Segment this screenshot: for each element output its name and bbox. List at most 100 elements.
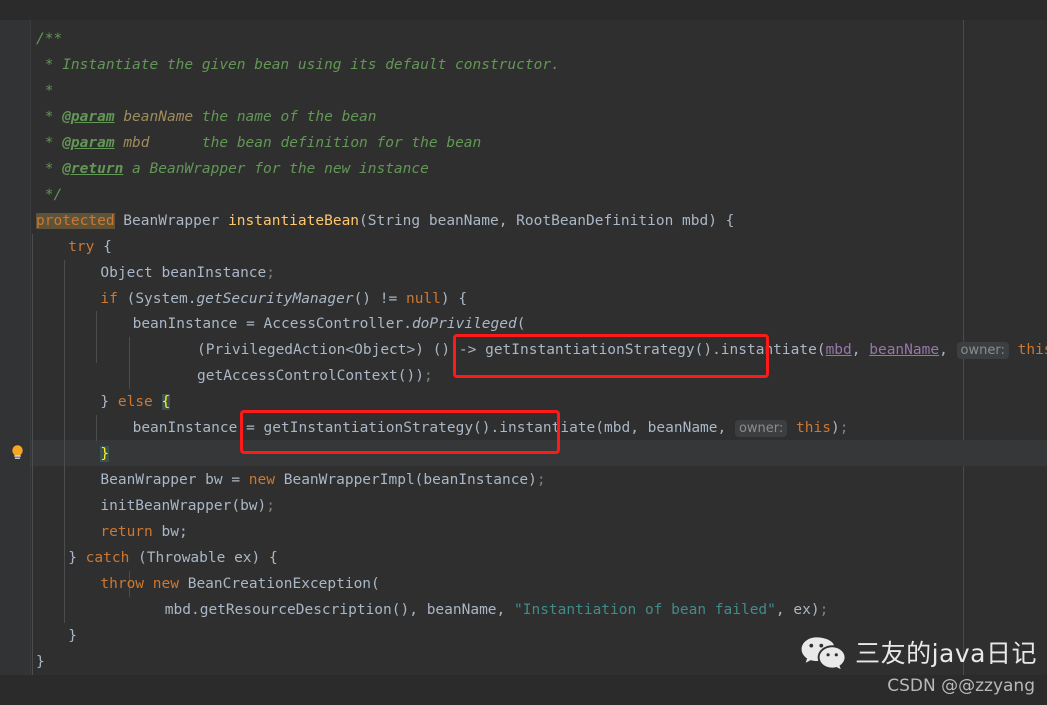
- code-token: (System.: [117, 290, 197, 307]
- code-line: initBeanWrapper(bw);: [100, 493, 275, 519]
- code-token: BeanWrapperImpl(beanInstance): [275, 472, 537, 489]
- code-line: }: [36, 649, 45, 675]
- code-token: beanInstance = AccessController.: [132, 316, 412, 333]
- code-line: protected BeanWrapper instantiateBean(St…: [36, 208, 734, 234]
- code-token: "Instantiation of bean failed": [514, 601, 776, 618]
- code-token: this: [1017, 342, 1047, 359]
- code-token: new: [152, 575, 179, 592]
- lightbulb-icon[interactable]: [9, 444, 26, 461]
- code-token: (Throwable ex) {: [129, 550, 278, 566]
- code-token: a BeanWrapper for the new instance: [123, 160, 429, 177]
- indent-guide: [32, 233, 33, 675]
- code-token: protected: [36, 212, 115, 229]
- code-token: (: [516, 316, 526, 333]
- code-token: , ex): [775, 601, 820, 618]
- code-token: mbd, beanName,: [604, 420, 735, 437]
- code-token: }: [100, 446, 110, 463]
- code-token: @param: [62, 134, 115, 151]
- code-token: ;: [819, 601, 829, 618]
- code-token: ;: [266, 498, 275, 515]
- code-line: getAccessControlContext());: [197, 363, 433, 389]
- code-line: throw new BeanCreationException(: [100, 571, 379, 597]
- code-token: *: [36, 108, 63, 125]
- code-token: ;: [423, 368, 433, 385]
- watermark-main: 三友的java日记: [800, 635, 1037, 673]
- code-line: * @return a BeanWrapper for the new inst…: [36, 156, 429, 182]
- code-line: * Instantiate the given bean using its d…: [36, 52, 560, 78]
- wechat-logo-icon: [800, 635, 846, 673]
- code-token: throw: [100, 575, 145, 592]
- code-line: */: [36, 182, 62, 208]
- code-line: * @param mbd the bean definition for the…: [36, 130, 482, 156]
- code-token: () !=: [353, 290, 406, 307]
- code-line: }: [68, 623, 77, 649]
- code-token: ): [830, 420, 840, 437]
- code-token: @return: [62, 160, 124, 177]
- code-editor[interactable]: /** * Instantiate the given bean using i…: [0, 0, 1047, 705]
- code-token: }: [36, 653, 45, 670]
- code-token: return: [100, 524, 153, 541]
- code-token: (: [595, 420, 605, 437]
- code-token: ;: [266, 264, 275, 281]
- indent-guide: [96, 415, 98, 442]
- code-token: (: [816, 342, 826, 359]
- code-token: *: [36, 82, 54, 99]
- code-token: ;: [839, 420, 849, 437]
- code-token: */: [36, 186, 63, 203]
- code-token: bw;: [152, 524, 188, 541]
- watermark-subtitle: CSDN @@zzyang: [887, 676, 1035, 696]
- code-token: the name of the bean: [193, 108, 377, 125]
- code-token: ,: [851, 342, 870, 359]
- code-token: new: [248, 472, 275, 489]
- code-line: beanInstance = getInstantiationStrategy(…: [133, 415, 849, 441]
- code-line: * @param beanName the name of the bean: [36, 104, 377, 130]
- code-token: owner:: [956, 342, 1009, 360]
- code-token: ;: [536, 472, 546, 489]
- editor-gutter[interactable]: [0, 0, 30, 705]
- code-token: Object beanInstance: [100, 264, 267, 281]
- indent-guide: [128, 337, 130, 390]
- code-line: *: [36, 78, 54, 104]
- code-token: getInstantiationStrategy().instantiate: [485, 342, 817, 359]
- code-line: BeanWrapper bw = new BeanWrapperImpl(bea…: [100, 467, 545, 493]
- code-token: this: [796, 420, 831, 437]
- indent-guide: [64, 259, 66, 623]
- code-line: Object beanInstance;: [100, 260, 275, 286]
- code-token: BeanWrapper: [114, 212, 229, 229]
- code-token: else: [117, 394, 153, 411]
- code-token: /**: [36, 31, 63, 47]
- code-token: }: [100, 394, 118, 411]
- code-token: (String beanName, RootBeanDefinition mbd…: [359, 212, 735, 229]
- code-token: getAccessControlContext()): [197, 368, 424, 385]
- code-token: }: [68, 550, 86, 566]
- code-token: beanName: [869, 342, 940, 359]
- code-line: return bw;: [100, 519, 187, 545]
- code-line: (PrivilegedAction<Object>) () -> getInst…: [197, 337, 1047, 363]
- code-token: doPrivileged: [411, 316, 517, 333]
- code-line: mbd.getResourceDescription(), beanName, …: [165, 597, 829, 623]
- code-token: catch: [85, 550, 130, 566]
- code-token: if: [100, 290, 118, 307]
- code-token: null: [405, 290, 441, 307]
- code-token: {: [94, 238, 112, 255]
- code-token: BeanCreationException(: [178, 575, 380, 592]
- code-token: getInstantiationStrategy().instantiate: [263, 420, 596, 437]
- editor-top-strip: [0, 0, 1047, 20]
- code-token: instantiateBean: [228, 212, 360, 229]
- code-token: beanName: [123, 108, 194, 125]
- code-token: }: [68, 627, 77, 644]
- code-line: }: [100, 441, 110, 467]
- code-line: if (System.getSecurityManager() != null)…: [100, 286, 467, 312]
- code-token: initBeanWrapper(bw): [100, 498, 267, 515]
- code-line: try {: [68, 234, 112, 260]
- code-line: } catch (Throwable ex) {: [68, 545, 278, 571]
- code-token: mbd.getResourceDescription(), beanName,: [164, 601, 514, 618]
- code-token: {: [161, 394, 171, 411]
- code-token: * Instantiate the given bean using its d…: [36, 56, 560, 73]
- gutter-divider: [30, 0, 31, 705]
- code-token: mbd: [825, 342, 852, 359]
- code-token: (PrivilegedAction<Object>) () ->: [197, 342, 486, 359]
